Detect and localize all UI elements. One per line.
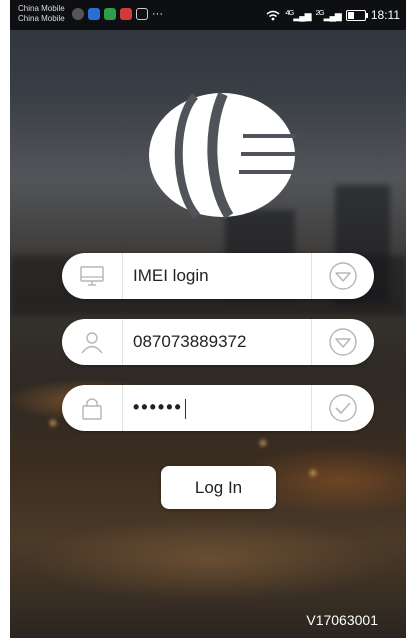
app-icon xyxy=(136,8,148,20)
status-bar: China Mobile China Mobile ··· 4G▂▄▆ 2G▂▄… xyxy=(10,0,406,30)
dropdown-circle-icon xyxy=(329,262,357,290)
account-field[interactable]: 087073889372 xyxy=(62,319,374,365)
login-mode-dropdown-button[interactable] xyxy=(311,253,374,299)
background-light xyxy=(310,470,316,476)
account-dropdown-button[interactable] xyxy=(311,319,374,365)
monitor-icon xyxy=(62,253,123,299)
password-field[interactable]: •••••• xyxy=(62,385,374,431)
wechat-icon xyxy=(72,8,84,20)
text-cursor xyxy=(184,398,186,419)
version-label: V17063001 xyxy=(306,612,378,628)
carrier-line-2: China Mobile xyxy=(18,14,65,23)
dropdown-circle-icon xyxy=(329,328,357,356)
login-mode-field[interactable]: IMEI login xyxy=(62,253,374,299)
app-icon xyxy=(104,8,116,20)
signal-icon: 2G▂▄▆ xyxy=(315,8,342,21)
background-light xyxy=(260,440,266,446)
login-mode-value[interactable]: IMEI login xyxy=(123,266,311,286)
carrier-line-1: China Mobile xyxy=(18,4,65,13)
background-light xyxy=(50,420,56,426)
network-type-2: 2G xyxy=(315,8,325,17)
app-logo xyxy=(149,91,297,219)
signal-icon: 4G▂▄▆ xyxy=(285,8,311,21)
carrier-label: China Mobile China Mobile xyxy=(18,4,65,24)
clock: 18:11 xyxy=(370,8,400,22)
network-type-1: 4G xyxy=(285,8,294,17)
user-icon xyxy=(62,319,123,365)
check-circle-icon xyxy=(329,394,357,422)
more-notifications-icon: ··· xyxy=(152,8,163,20)
password-mask: •••••• xyxy=(133,397,183,418)
account-input[interactable]: 087073889372 xyxy=(123,332,311,352)
password-input[interactable]: •••••• xyxy=(123,397,311,419)
app-icon xyxy=(120,8,132,20)
notification-icons: ··· xyxy=(72,8,163,20)
login-button[interactable]: Log In xyxy=(161,466,276,509)
app-icon xyxy=(88,8,100,20)
wifi-icon xyxy=(266,10,280,20)
status-right: 4G▂▄▆ 2G▂▄▆ 18:11 xyxy=(266,8,400,22)
battery-icon xyxy=(345,9,368,21)
lock-icon xyxy=(62,385,123,431)
battery-fill xyxy=(347,11,354,19)
app-screen: China Mobile China Mobile ··· 4G▂▄▆ 2G▂▄… xyxy=(10,0,406,638)
remember-password-toggle[interactable] xyxy=(311,385,374,431)
